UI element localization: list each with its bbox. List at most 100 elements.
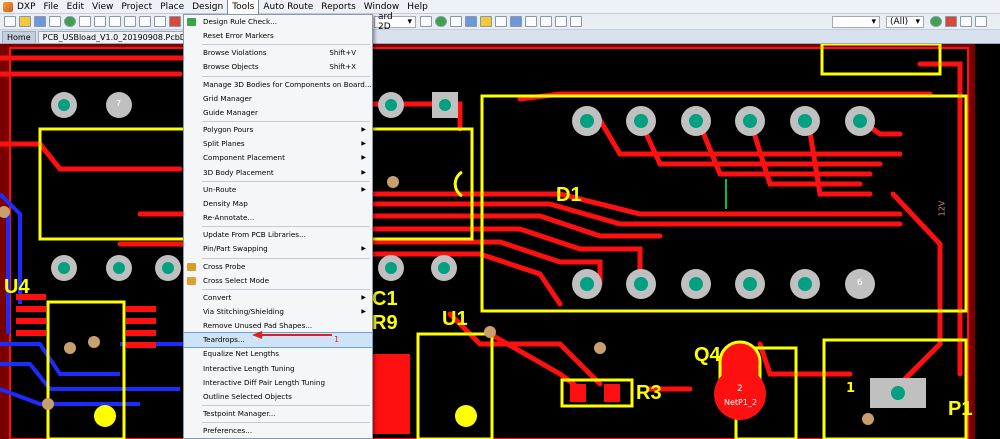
menu-auto-route[interactable]: Auto Route	[259, 0, 317, 14]
place-text-icon[interactable]	[540, 16, 552, 27]
annotation-number: 1	[334, 335, 340, 344]
place-pad-icon[interactable]	[465, 16, 477, 27]
open-folder-icon[interactable]	[19, 16, 31, 27]
pcb-drawing[interactable]	[0, 44, 1000, 439]
menu-item-update-from-pcb-libraries[interactable]: Update From PCB Libraries...	[184, 228, 372, 242]
menu-item-equalize-net-lengths[interactable]: Equalize Net Lengths	[184, 347, 372, 361]
zoom-area-icon[interactable]	[79, 16, 91, 27]
menu-item-testpoint-manager[interactable]: Testpoint Manager...	[184, 407, 372, 421]
select-icon[interactable]	[139, 16, 151, 27]
menu-item-label: Guide Manager	[203, 107, 258, 117]
tab-home[interactable]: Home	[2, 31, 36, 43]
menu-item-label: Cross Probe	[203, 261, 246, 271]
menu-design[interactable]: Design	[188, 0, 227, 14]
menu-item-re-annotate[interactable]: Re-Annotate...	[184, 211, 372, 225]
menu-item-manage-3d-bodies-for-components-on-board[interactable]: Manage 3D Bodies for Components on Board…	[184, 78, 372, 92]
menu-item-preferences[interactable]: Preferences...	[184, 424, 372, 438]
zoom-icon[interactable]	[64, 16, 76, 27]
print-icon[interactable]	[49, 16, 61, 27]
clear-filter-icon[interactable]	[945, 16, 957, 27]
place-via-icon[interactable]	[480, 16, 492, 27]
tab-pcb-document[interactable]: PCB_USBload_V1.0_20190908.PcbDoc	[37, 31, 201, 43]
diff-pair-icon[interactable]	[450, 16, 462, 27]
menu-separator	[202, 226, 370, 228]
menu-project[interactable]: Project	[117, 0, 156, 14]
dxp-logo-icon[interactable]	[3, 1, 13, 12]
move-icon[interactable]	[154, 16, 166, 27]
view-config-combo[interactable]: ard 2D ▾	[374, 12, 416, 32]
pcb-canvas[interactable]: D1 U4 C1 R9 U1 Q4 R3 P1 7 6 2 1 NetP1_2 …	[0, 44, 1000, 439]
menu-item-cross-probe[interactable]: Cross Probe	[184, 260, 372, 274]
menu-separator	[202, 180, 370, 182]
menu-bar: DXP File Edit View Project Place Design …	[0, 0, 1000, 14]
cut-icon[interactable]	[94, 16, 106, 27]
menu-item-label: Design Rule Check...	[203, 17, 277, 26]
paste-icon[interactable]	[124, 16, 136, 27]
menu-item-shortcut: Shift+V	[329, 49, 356, 58]
menu-item-label: Re-Annotate...	[203, 213, 255, 223]
submenu-arrow-icon: ▶	[361, 140, 366, 148]
menu-item-shortcut: Shift+X	[329, 63, 356, 72]
layer-icon[interactable]	[930, 16, 942, 27]
menu-item-cross-select-mode[interactable]: Cross Select Mode	[184, 274, 372, 288]
menu-item-polygon-pours[interactable]: Polygon Pours ▶	[184, 123, 372, 137]
designator-c1: C1	[372, 288, 398, 310]
route-icon[interactable]	[420, 16, 432, 27]
menu-item-label: Polygon Pours	[203, 125, 254, 135]
menu-item-outline-selected-objects[interactable]: Outline Selected Objects	[184, 390, 372, 404]
menu-item-browse-objects[interactable]: Browse Objects Shift+X	[184, 60, 372, 74]
menu-view[interactable]: View	[88, 0, 117, 14]
place-arc-icon[interactable]	[495, 16, 507, 27]
place-coordinate-icon[interactable]	[555, 16, 567, 27]
menu-item-density-map[interactable]: Density Map	[184, 197, 372, 211]
save-icon[interactable]	[34, 16, 46, 27]
menu-item-convert[interactable]: Convert ▶	[184, 291, 372, 305]
place-polygon-icon[interactable]	[525, 16, 537, 27]
submenu-arrow-icon: ▶	[361, 126, 366, 134]
distribute-icon[interactable]	[975, 16, 987, 27]
menu-item-un-route[interactable]: Un-Route ▶	[184, 183, 372, 197]
menu-separator	[202, 121, 370, 123]
menu-item-interactive-diff-pair-length-tuning[interactable]: Interactive Diff Pair Length Tuning	[184, 376, 372, 390]
place-fill-icon[interactable]	[510, 16, 522, 27]
menu-item-reset-error-markers[interactable]: Reset Error Markers	[184, 29, 372, 43]
pad-label-2: 2	[737, 384, 743, 394]
net-label: NetP1_2	[724, 398, 758, 407]
menu-item-3d-body-placement[interactable]: 3D Body Placement ▶	[184, 166, 372, 180]
menu-tools[interactable]: Tools	[227, 0, 260, 14]
menu-edit[interactable]: Edit	[63, 0, 88, 14]
submenu-arrow-icon: ▶	[361, 245, 366, 253]
menu-item-interactive-length-tuning[interactable]: Interactive Length Tuning	[184, 362, 372, 376]
menu-item-component-placement[interactable]: Component Placement ▶	[184, 151, 372, 165]
menu-item-guide-manager[interactable]: Guide Manager	[184, 106, 372, 120]
menu-item-label: Teardrops...	[203, 335, 245, 345]
tools-menu: Design Rule Check... Reset Error Markers B…	[183, 14, 373, 439]
menu-place[interactable]: Place	[156, 0, 188, 14]
menu-item-split-planes[interactable]: Split Planes ▶	[184, 137, 372, 151]
interactive-route-icon[interactable]	[435, 16, 447, 27]
menu-reports[interactable]: Reports	[317, 0, 360, 14]
menu-item-label: Un-Route	[203, 184, 237, 194]
new-file-icon[interactable]	[4, 16, 16, 27]
menu-item-design-rule-check[interactable]: Design Rule Check...	[184, 15, 372, 29]
menu-item-pin-part-swapping[interactable]: Pin/Part Swapping ▶	[184, 242, 372, 256]
copy-icon[interactable]	[109, 16, 121, 27]
scope-combo[interactable]: (All) ▾	[886, 16, 924, 28]
submenu-arrow-icon: ▶	[361, 185, 366, 193]
menu-item-label: Reset Error Markers	[203, 31, 274, 41]
annotation-arrow-icon	[252, 331, 332, 339]
menu-item-label: Density Map	[203, 198, 248, 208]
menu-item-via-stitching-shielding[interactable]: Via Stitching/Shielding ▶	[184, 305, 372, 319]
menu-item-grid-manager[interactable]: Grid Manager	[184, 92, 372, 106]
deselect-icon[interactable]	[169, 16, 181, 27]
menu-dxp[interactable]: DXP	[13, 0, 40, 14]
menu-item-label: Grid Manager	[203, 93, 252, 103]
filter-combo[interactable]: ▾	[832, 16, 880, 28]
menu-item-label: Browse Objects	[203, 62, 259, 72]
place-component-icon[interactable]	[570, 16, 582, 27]
align-icon[interactable]	[960, 16, 972, 27]
document-tab-bar: Home PCB_USBload_V1.0_20190908.PcbDoc	[0, 30, 1000, 44]
menu-file[interactable]: File	[40, 0, 63, 14]
menu-help[interactable]: Help	[403, 0, 432, 14]
menu-item-browse-violations[interactable]: Browse Violations Shift+V	[184, 46, 372, 60]
